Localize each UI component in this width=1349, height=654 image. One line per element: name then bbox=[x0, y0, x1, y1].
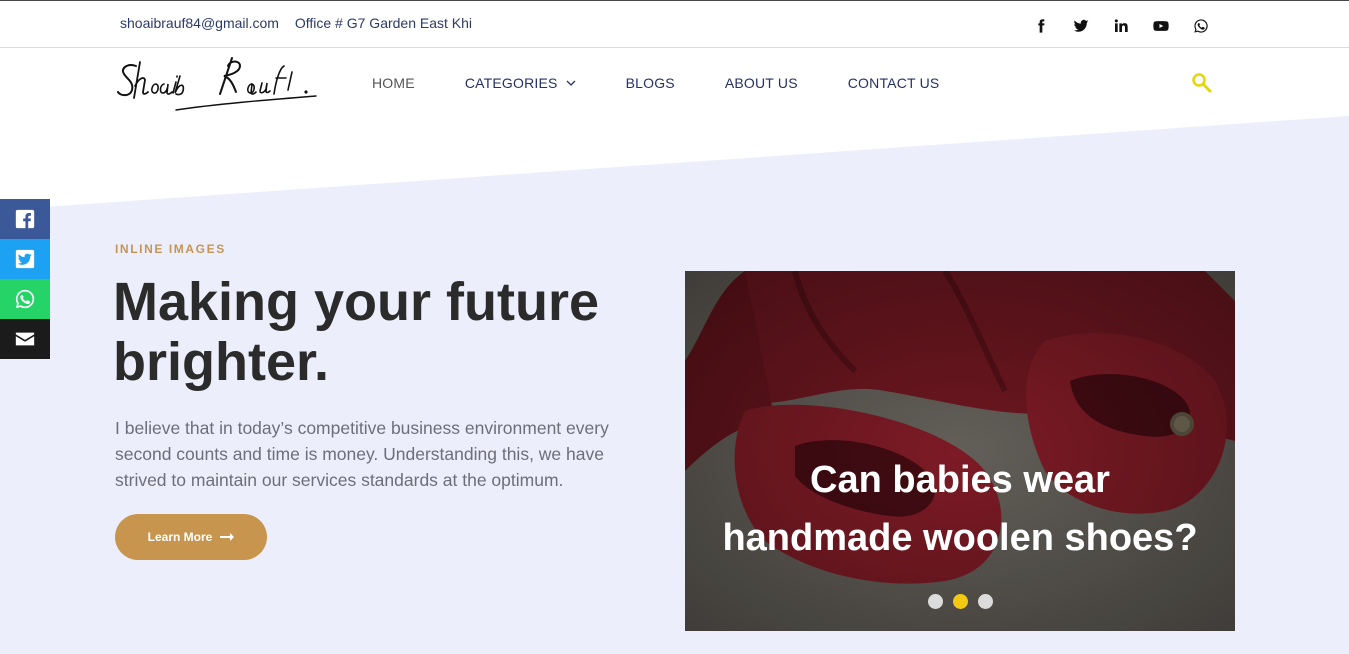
contact-info: shoaibrauf84@gmail.com Office # G7 Garde… bbox=[120, 15, 484, 31]
share-twitter-button[interactable] bbox=[0, 239, 50, 279]
slider-dot-3[interactable] bbox=[977, 594, 993, 609]
share-email-button[interactable] bbox=[0, 319, 50, 359]
social-links bbox=[1021, 16, 1221, 36]
main-navbar: HOME CATEGORIES BLOGS ABOUT US CONTACT U… bbox=[0, 48, 1349, 118]
hero-eyebrow: INLINE IMAGES bbox=[115, 242, 226, 256]
youtube-icon[interactable] bbox=[1141, 16, 1181, 36]
linkedin-icon[interactable] bbox=[1101, 16, 1141, 36]
hero-lead-text: I believe that in today’s competitive bu… bbox=[115, 418, 609, 490]
nav-home-label: HOME bbox=[372, 75, 415, 91]
nav-contact-label: CONTACT US bbox=[847, 75, 940, 91]
top-bar: shoaibrauf84@gmail.com Office # G7 Garde… bbox=[0, 1, 1349, 48]
blog-slider[interactable]: Can babies wear handmade woolen shoes? bbox=[685, 271, 1235, 631]
primary-nav: HOME CATEGORIES BLOGS ABOUT US CONTACT U… bbox=[372, 75, 989, 91]
nav-home[interactable]: HOME bbox=[372, 75, 415, 91]
facebook-icon[interactable] bbox=[1021, 16, 1061, 36]
slide-title[interactable]: Can babies wear handmade woolen shoes? bbox=[685, 451, 1235, 567]
nav-about[interactable]: ABOUT US bbox=[725, 75, 798, 91]
learn-more-label: Learn More bbox=[147, 530, 213, 544]
signature-logo[interactable] bbox=[116, 52, 326, 118]
share-facebook-button[interactable] bbox=[0, 199, 50, 239]
slider-dot-2[interactable] bbox=[952, 594, 968, 609]
nav-categories[interactable]: CATEGORIES bbox=[465, 75, 576, 91]
facebook-icon bbox=[15, 209, 35, 229]
search-icon[interactable] bbox=[1191, 72, 1213, 94]
slider-dots bbox=[685, 594, 1235, 609]
slide-title-line-2: handmade woolen shoes? bbox=[722, 517, 1198, 559]
nav-blogs-label: BLOGS bbox=[625, 75, 675, 91]
share-whatsapp-button[interactable] bbox=[0, 279, 50, 319]
office-address: Office # G7 Garden East Khi bbox=[294, 15, 473, 31]
learn-more-button[interactable]: Learn More bbox=[115, 514, 267, 560]
whatsapp-icon[interactable] bbox=[1181, 16, 1221, 36]
slide-title-line-1: Can babies wear bbox=[810, 459, 1110, 501]
chevron-down-icon bbox=[566, 80, 576, 86]
hero-headline: Making your future brighter. bbox=[113, 272, 600, 392]
nav-contact[interactable]: CONTACT US bbox=[848, 75, 940, 91]
twitter-icon bbox=[15, 249, 35, 269]
nav-about-label: ABOUT US bbox=[724, 75, 798, 91]
slider-dot-1[interactable] bbox=[927, 594, 943, 609]
arrow-right-icon bbox=[220, 533, 235, 541]
email-icon bbox=[15, 332, 35, 346]
side-share-bar bbox=[0, 199, 50, 359]
nav-blogs[interactable]: BLOGS bbox=[626, 75, 675, 91]
whatsapp-icon bbox=[15, 289, 35, 309]
email-link[interactable]: shoaibrauf84@gmail.com bbox=[120, 15, 279, 31]
nav-categories-label: CATEGORIES bbox=[464, 75, 558, 91]
twitter-icon[interactable] bbox=[1061, 16, 1101, 36]
